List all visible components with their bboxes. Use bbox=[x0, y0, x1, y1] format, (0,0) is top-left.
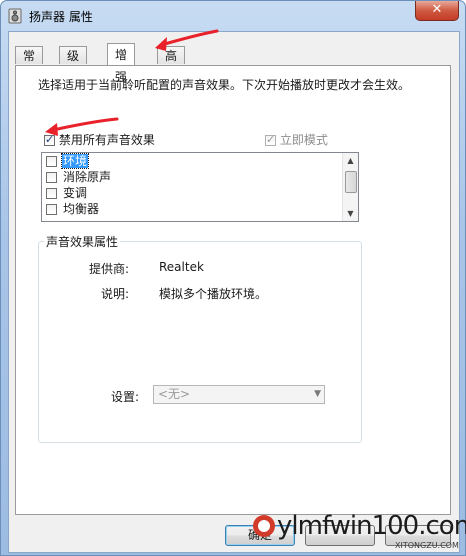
list-item-equalizer[interactable]: 均衡器 bbox=[42, 201, 358, 217]
effect-properties-title: 声音效果属性 bbox=[44, 233, 121, 250]
close-icon: ✕ bbox=[431, 2, 443, 17]
watermark-text: ylmfwin100.com bbox=[277, 511, 466, 541]
effect-label: 消除原声 bbox=[63, 170, 112, 184]
effect-checkbox[interactable] bbox=[46, 188, 57, 199]
immediate-mode-checkbox-box bbox=[265, 133, 276, 146]
speaker-properties-window: 扬声器 属性 ✕ 常规 级别 增强 高级 选择适用于当前聆听配置的声音效果。下次… bbox=[0, 0, 466, 556]
scroll-thumb[interactable] bbox=[345, 171, 357, 193]
settings-dropdown: <无> ▼ bbox=[153, 385, 325, 404]
enhancements-description: 选择适用于当前聆听配置的声音效果。下次开始播放时更改才会生效。 bbox=[38, 78, 411, 92]
effect-checkbox[interactable] bbox=[46, 172, 57, 183]
effect-label: 变调 bbox=[63, 186, 88, 200]
annotation-arrow-checkbox bbox=[45, 117, 119, 136]
effect-label: 均衡器 bbox=[63, 202, 100, 216]
description-label: 说明: bbox=[100, 287, 129, 301]
speaker-icon bbox=[8, 8, 22, 24]
description-value: 模拟多个播放环境。 bbox=[159, 287, 268, 301]
settings-label: 设置: bbox=[110, 390, 139, 404]
tab-enhancements[interactable]: 增强 bbox=[107, 43, 136, 84]
annotation-arrow-tab bbox=[155, 29, 219, 51]
immediate-mode-checkbox: 立即模式 bbox=[265, 131, 328, 148]
list-item-voice-cancellation[interactable]: 消除原声 bbox=[42, 169, 358, 185]
tab-enhancements-label: 增强 bbox=[115, 48, 128, 84]
watermark-subtext: XITONGZU.COM bbox=[395, 541, 459, 550]
list-item-environment[interactable]: 环境 bbox=[42, 153, 358, 169]
effect-label: 环境 bbox=[60, 153, 90, 169]
settings-dropdown-value: <无> bbox=[158, 387, 191, 401]
effects-list[interactable]: 环境 消除原声 变调 均衡器 ▲ ▼ bbox=[41, 152, 359, 222]
list-item-pitch-shift[interactable]: 变调 bbox=[42, 185, 358, 201]
tab-general[interactable]: 常规 bbox=[15, 46, 44, 81]
effects-list-scrollbar[interactable]: ▲ ▼ bbox=[342, 153, 358, 221]
title-bar[interactable]: 扬声器 属性 ✕ bbox=[1, 1, 465, 31]
site-watermark: ylmfwin100.com XITONGZU.COM bbox=[251, 505, 466, 555]
scroll-down-icon[interactable]: ▼ bbox=[343, 206, 358, 221]
tab-levels[interactable]: 级别 bbox=[59, 46, 88, 81]
scroll-up-icon[interactable]: ▲ bbox=[343, 153, 358, 168]
provider-label: 提供商: bbox=[88, 262, 129, 276]
provider-value: Realtek bbox=[159, 260, 204, 274]
chevron-down-icon: ▼ bbox=[314, 389, 321, 399]
effect-properties-group: 声音效果属性 提供商: Realtek 说明: 模拟多个播放环境。 设置: <无… bbox=[38, 233, 362, 443]
effect-checkbox[interactable] bbox=[46, 156, 57, 167]
logo-icon bbox=[253, 515, 275, 537]
close-button[interactable]: ✕ bbox=[415, 1, 459, 21]
window-title: 扬声器 属性 bbox=[29, 10, 93, 24]
immediate-mode-label: 立即模式 bbox=[279, 133, 328, 147]
dialog-client-area: 常规 级别 增强 高级 选择适用于当前聆听配置的声音效果。下次开始播放时更改才会… bbox=[8, 31, 460, 553]
effect-checkbox[interactable] bbox=[46, 204, 57, 215]
